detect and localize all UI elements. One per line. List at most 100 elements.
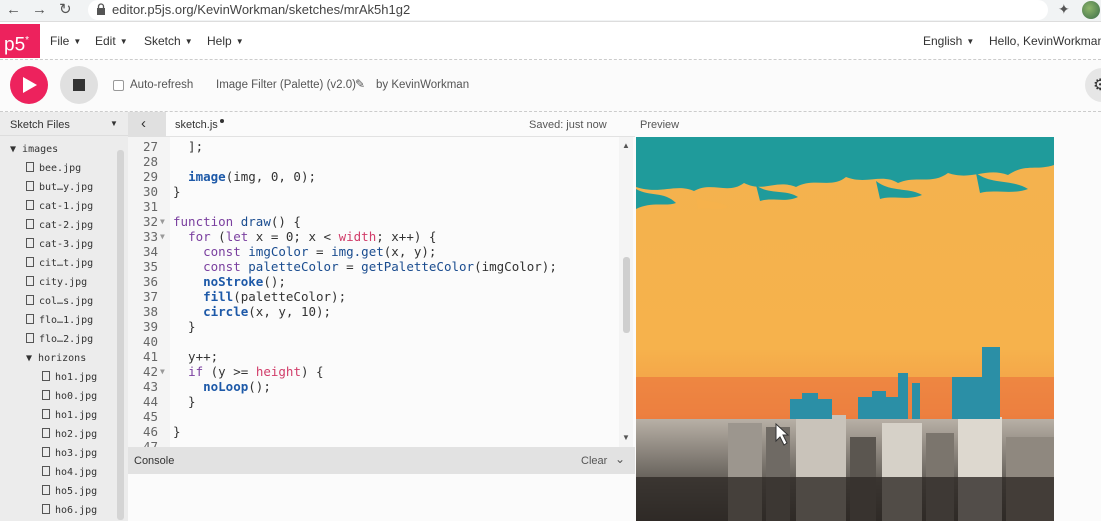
- file-label: ho6.jpg: [55, 505, 98, 516]
- extensions-icon[interactable]: ✦: [1058, 1, 1070, 18]
- file-label: ho0.jpg: [55, 391, 98, 402]
- folder-images[interactable]: ▼ images: [10, 140, 58, 159]
- file-label: ho3.jpg: [55, 448, 98, 459]
- code-token: ();: [248, 379, 271, 394]
- file-item[interactable]: cit…t.jpg: [26, 254, 93, 273]
- file-item[interactable]: col…s.jpg: [26, 292, 93, 311]
- line-number: 29: [142, 169, 158, 184]
- p5-logo[interactable]: p5*: [0, 24, 40, 58]
- preview-label: Preview: [640, 119, 680, 131]
- chevron-down-icon: ▼: [235, 37, 244, 46]
- address-bar[interactable]: editor.p5js.org/KevinWorkman/sketches/mr…: [88, 0, 1048, 20]
- chevron-down-icon[interactable]: ⌄: [615, 452, 625, 466]
- file-item[interactable]: ho0.jpg: [42, 387, 97, 406]
- console-output: [128, 474, 635, 521]
- file-icon: [42, 447, 50, 457]
- file-item[interactable]: flo…1.jpg: [26, 311, 93, 330]
- play-button[interactable]: [10, 66, 48, 104]
- fold-toggle-icon[interactable]: ▼: [160, 214, 165, 229]
- menu-help[interactable]: Help ▼: [207, 34, 244, 48]
- sidebar-header[interactable]: Sketch Files ▼: [0, 112, 128, 136]
- file-item[interactable]: bee.jpg: [26, 159, 81, 178]
- settings-button[interactable]: ⚙: [1085, 68, 1101, 102]
- collapse-sidebar-button[interactable]: ‹: [128, 112, 166, 137]
- file-item[interactable]: ho4.jpg: [42, 463, 97, 482]
- sketch-name[interactable]: Image Filter (Palette) (v2.0): [216, 79, 356, 91]
- back-icon[interactable]: ←: [6, 1, 21, 19]
- sidebar-scrollbar[interactable]: [117, 150, 124, 520]
- file-item[interactable]: ho3.jpg: [42, 444, 97, 463]
- file-item[interactable]: ho1.jpg: [42, 368, 97, 387]
- code-line: 33 ▼ for (let x = 0; x < width; x++) {: [128, 229, 618, 244]
- reload-icon[interactable]: ↻: [59, 1, 72, 19]
- menu-file[interactable]: File ▼: [50, 34, 81, 48]
- line-number: 40: [142, 334, 158, 349]
- file-label: ho4.jpg: [55, 467, 98, 478]
- file-item[interactable]: cat-1.jpg: [26, 197, 93, 216]
- preview-canvas[interactable]: [636, 137, 1054, 521]
- code-line: 37 fill(paletteColor);: [128, 289, 618, 304]
- file-item[interactable]: ho1.jpg: [42, 406, 97, 425]
- code-text: for (let x = 0; x < width; x++) {: [173, 229, 436, 244]
- line-number: 27: [142, 139, 158, 154]
- forward-icon[interactable]: →: [32, 1, 47, 19]
- menu-edit[interactable]: Edit ▼: [95, 34, 128, 48]
- console-bar: Console Clear ⌄: [128, 447, 635, 474]
- file-item[interactable]: cat-3.jpg: [26, 235, 93, 254]
- code-text: fill(paletteColor);: [173, 289, 346, 304]
- file-item[interactable]: flo…2.jpg: [26, 330, 93, 349]
- code-token: fill: [203, 289, 234, 304]
- fold-toggle-icon[interactable]: ▼: [160, 364, 165, 379]
- scroll-down-icon[interactable]: ▼: [622, 433, 630, 442]
- file-icon: [42, 371, 50, 381]
- file-item[interactable]: but…y.jpg: [26, 178, 93, 197]
- file-icon: [26, 333, 34, 343]
- chevron-down-icon[interactable]: ▼: [110, 119, 118, 128]
- console-clear-button[interactable]: Clear: [581, 455, 607, 467]
- menu-sketch[interactable]: Sketch ▼: [144, 34, 193, 48]
- file-item[interactable]: ho5.jpg: [42, 482, 97, 501]
- line-number: 43: [142, 379, 158, 394]
- code-line: 27 ];: [128, 139, 618, 154]
- code-token: draw: [240, 214, 271, 229]
- autorefresh-checkbox[interactable]: [113, 80, 124, 91]
- folder-horizons[interactable]: ▼ horizons: [26, 349, 86, 368]
- file-icon: [26, 314, 34, 324]
- code-token: y++;: [173, 349, 219, 364]
- stop-button[interactable]: [60, 66, 98, 104]
- preview-gutter: [1054, 137, 1101, 521]
- code-token: function: [173, 214, 234, 229]
- file-icon: [42, 485, 50, 495]
- line-number: 42: [142, 364, 158, 379]
- code-text: circle(x, y, 10);: [173, 304, 331, 319]
- file-item[interactable]: cat-2.jpg: [26, 216, 93, 235]
- editor-tab-sketch-js[interactable]: sketch.js: [175, 119, 218, 131]
- line-number: 46: [142, 424, 158, 439]
- fold-toggle-icon[interactable]: ▼: [160, 229, 165, 244]
- line-number: 34: [142, 244, 158, 259]
- file-icon: [26, 295, 34, 305]
- code-token: (x, y);: [383, 244, 437, 259]
- code-line: 47: [128, 439, 618, 447]
- file-item[interactable]: ho2.jpg: [42, 425, 97, 444]
- file-item[interactable]: city.jpg: [26, 273, 87, 292]
- sketch-author: by KevinWorkman: [376, 79, 470, 91]
- file-sidebar: Sketch Files ▼ ▼ images bee.jpg but…y.jpg c…: [0, 112, 128, 521]
- pencil-icon[interactable]: ✎: [355, 77, 365, 91]
- code-editor[interactable]: 27 ]; 28 29 image(img, 0, 0); 30} 31 32 ▼ funct…: [128, 137, 635, 447]
- code-line: 45: [128, 409, 618, 424]
- code-text: noStroke();: [173, 274, 286, 289]
- language-menu[interactable]: English ▼: [923, 34, 974, 48]
- scroll-thumb[interactable]: [623, 257, 630, 333]
- user-menu[interactable]: Hello, KevinWorkman!: [989, 34, 1101, 48]
- code-text: function draw() {: [173, 214, 301, 229]
- file-item[interactable]: ho6.jpg: [42, 501, 97, 520]
- file-icon: [26, 181, 34, 191]
- code-scrollbar[interactable]: ▲ ▼: [619, 137, 633, 447]
- browser-toolbar: ← → ↻ editor.p5js.org/KevinWorkman/sketc…: [0, 0, 1101, 22]
- scroll-up-icon[interactable]: ▲: [622, 141, 630, 150]
- chevron-left-icon: ‹: [141, 115, 146, 132]
- code-token: paletteColor: [248, 259, 339, 274]
- profile-avatar[interactable]: [1082, 1, 1100, 19]
